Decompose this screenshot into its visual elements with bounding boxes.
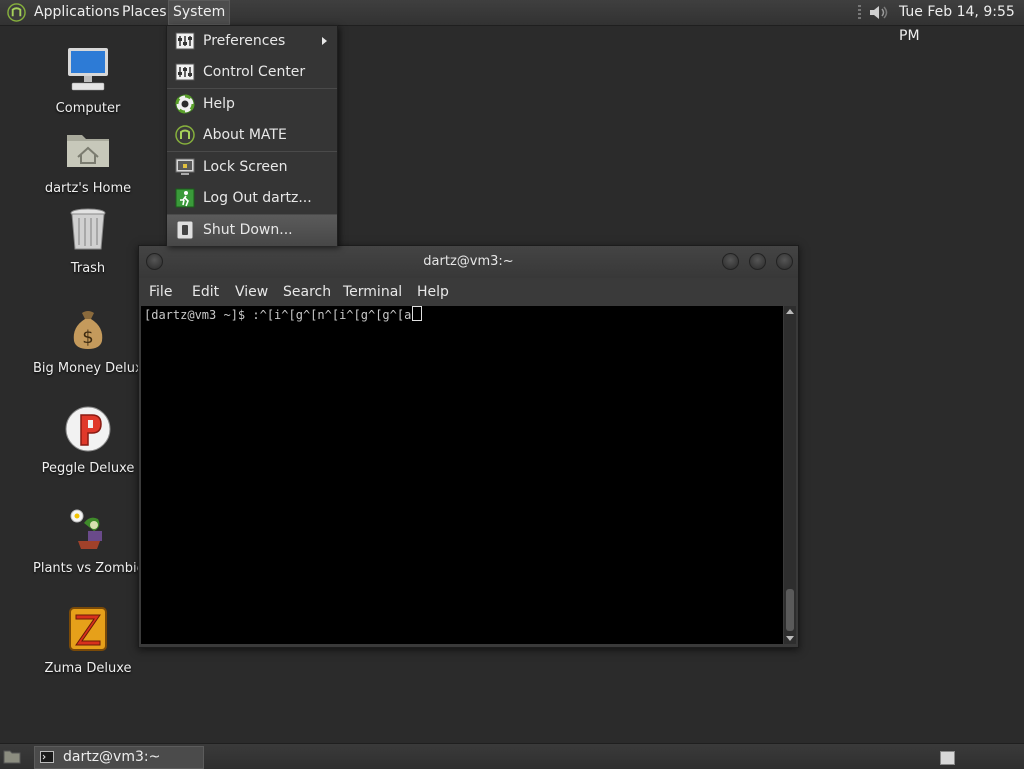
menu-item-control-center[interactable]: Control Center	[167, 57, 337, 88]
help-icon	[175, 94, 195, 114]
menu-edit[interactable]: Edit	[192, 278, 219, 306]
desktop-icon-zuma[interactable]: Zuma Deluxe	[33, 605, 143, 676]
control-center-icon	[175, 63, 195, 81]
shut-down-icon	[176, 220, 194, 240]
desktop-icon-computer[interactable]: Computer	[33, 45, 143, 116]
desktop-icon-label: dartz's Home	[44, 181, 132, 196]
peggle-icon	[65, 406, 111, 452]
menu-item-help[interactable]: Help	[167, 89, 337, 120]
terminal-text: [dartz@vm3 ~]$ :^[i^[g^[n^[i^[g^[g^[a	[144, 308, 412, 322]
trash-icon	[70, 208, 106, 250]
submenu-arrow-icon	[322, 37, 327, 45]
desktop-icon-label: Peggle Deluxe	[41, 461, 135, 476]
terminal-menubar: File Edit View Search Terminal Help	[139, 278, 798, 306]
volume-icon[interactable]	[867, 3, 891, 22]
mate-logo-icon[interactable]	[7, 3, 26, 22]
scroll-down-arrow-icon[interactable]	[786, 636, 794, 641]
applications-menu[interactable]: Applications	[30, 0, 124, 25]
desktop-icon-label: Computer	[55, 101, 121, 116]
menu-item-label: Lock Screen	[203, 159, 288, 175]
terminal-prompt-line: [dartz@vm3 ~]$ :^[i^[g^[n^[i^[g^[g^[a	[144, 306, 423, 323]
computer-icon	[68, 48, 108, 91]
money-bag-icon: $	[73, 311, 103, 349]
system-menu[interactable]: System	[168, 0, 231, 25]
close-button[interactable]	[776, 253, 793, 270]
taskbar-button-terminal[interactable]: dartz@vm3:~	[34, 746, 204, 769]
window-titlebar[interactable]: dartz@vm3:~	[139, 246, 798, 278]
menu-item-lock-screen[interactable]: Lock Screen	[167, 152, 337, 183]
minimize-button[interactable]	[722, 253, 739, 270]
menu-view[interactable]: View	[235, 278, 268, 306]
taskbar-button-label: dartz@vm3:~	[63, 749, 161, 765]
workspace-switcher[interactable]	[940, 751, 955, 765]
terminal-icon	[40, 751, 54, 763]
menu-help[interactable]: Help	[417, 278, 449, 306]
menu-search[interactable]: Search	[283, 278, 331, 306]
desktop-icon-trash[interactable]: Trash	[33, 205, 143, 276]
zuma-icon	[69, 607, 107, 651]
desktop-icon-home[interactable]: dartz's Home	[33, 125, 143, 196]
preferences-icon	[175, 32, 195, 50]
desktop-icon-label: Trash	[70, 261, 106, 276]
home-folder-icon	[67, 135, 109, 167]
clock[interactable]: Tue Feb 14, 9:55 PM	[899, 0, 1024, 44]
menu-item-about-mate[interactable]: About MATE	[167, 120, 337, 151]
terminal-scrollbar[interactable]	[784, 306, 796, 644]
log-out-icon	[175, 188, 195, 208]
menu-item-log-out[interactable]: Log Out dartz...	[167, 183, 337, 214]
desktop-icon-plants-vs-zombies[interactable]: Plants vs Zombies	[33, 505, 152, 576]
menu-item-label: Control Center	[203, 64, 306, 80]
menu-terminal[interactable]: Terminal	[343, 278, 402, 306]
menu-item-label: Help	[203, 96, 235, 112]
desktop-icon-label: Big Money Deluxe	[33, 361, 151, 376]
places-menu[interactable]: Places	[118, 0, 171, 25]
terminal-cursor	[412, 306, 423, 321]
svg-text:$: $	[82, 327, 93, 348]
menu-item-label: About MATE	[203, 127, 287, 143]
maximize-button[interactable]	[749, 253, 766, 270]
desktop-icon-big-money[interactable]: $ Big Money Deluxe	[33, 305, 151, 376]
system-menu-dropdown: Preferences Control Center Help About MA…	[166, 25, 338, 246]
desktop-icon-label: Plants vs Zombies	[33, 561, 152, 576]
menu-item-shut-down[interactable]: Shut Down...	[167, 215, 337, 246]
lock-screen-icon	[175, 158, 195, 175]
terminal-screen[interactable]: [dartz@vm3 ~]$ :^[i^[g^[n^[i^[g^[g^[a	[141, 306, 783, 644]
show-desktop-icon[interactable]	[3, 748, 21, 764]
menu-item-label: Preferences	[203, 33, 286, 49]
mate-icon	[175, 125, 195, 145]
plants-vs-zombies-icon	[70, 509, 102, 549]
bottom-panel: dartz@vm3:~	[0, 743, 1024, 769]
desktop-icon-label: Zuma Deluxe	[44, 661, 132, 676]
menu-item-preferences[interactable]: Preferences	[167, 26, 337, 57]
terminal-window[interactable]: dartz@vm3:~ File Edit View Search Termin…	[138, 245, 799, 648]
menu-item-label: Shut Down...	[203, 222, 293, 238]
window-title: dartz@vm3:~	[423, 254, 514, 269]
scrollbar-thumb[interactable]	[786, 589, 794, 631]
scroll-up-arrow-icon[interactable]	[786, 309, 794, 314]
menu-item-label: Log Out dartz...	[203, 190, 312, 206]
desktop-icon-peggle[interactable]: Peggle Deluxe	[33, 405, 143, 476]
panel-handle-icon	[858, 5, 861, 19]
top-panel: Applications Places System Tue Feb 14, 9…	[0, 0, 1024, 44]
menu-file[interactable]: File	[149, 278, 172, 306]
